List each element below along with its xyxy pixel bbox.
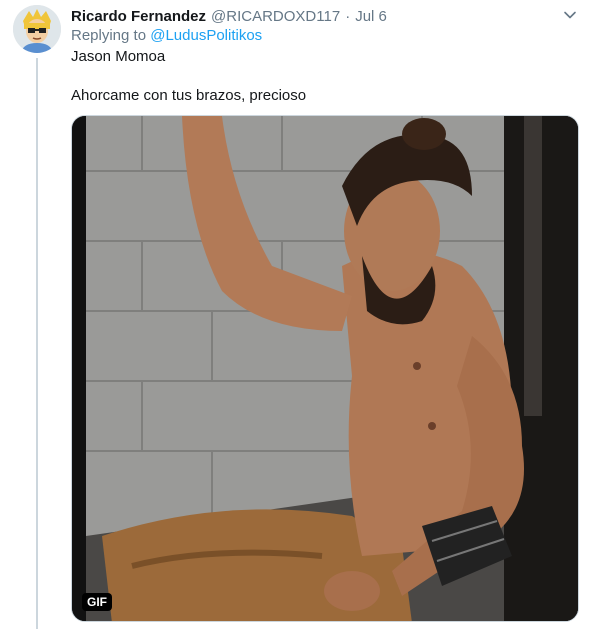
separator-dot: · xyxy=(345,7,351,25)
tweet-date[interactable]: Jul 6 xyxy=(355,8,387,25)
tweet-header: Ricardo Fernandez @RICARDOXD117 · Jul 6 xyxy=(71,6,585,26)
replying-to-line: Replying to @LudusPolitikos xyxy=(71,27,262,44)
gif-media[interactable]: GIF xyxy=(71,115,579,622)
mention-link[interactable]: @LudusPolitikos xyxy=(150,27,262,44)
gif-badge: GIF xyxy=(82,593,112,611)
chevron-down-icon[interactable] xyxy=(563,8,577,22)
author-name[interactable]: Ricardo Fernandez xyxy=(71,8,206,25)
thread-line xyxy=(36,58,38,629)
avatar[interactable] xyxy=(13,5,61,53)
tweet-text-line-1: Jason Momoa xyxy=(71,48,166,65)
avatar-image xyxy=(13,5,61,53)
replying-prefix: Replying to xyxy=(71,27,147,44)
tweet-text-line-2: Ahorcame con tus brazos, precioso xyxy=(71,87,307,104)
gif-frame-image xyxy=(72,116,578,621)
author-handle[interactable]: @RICARDOXD117 xyxy=(211,8,340,25)
